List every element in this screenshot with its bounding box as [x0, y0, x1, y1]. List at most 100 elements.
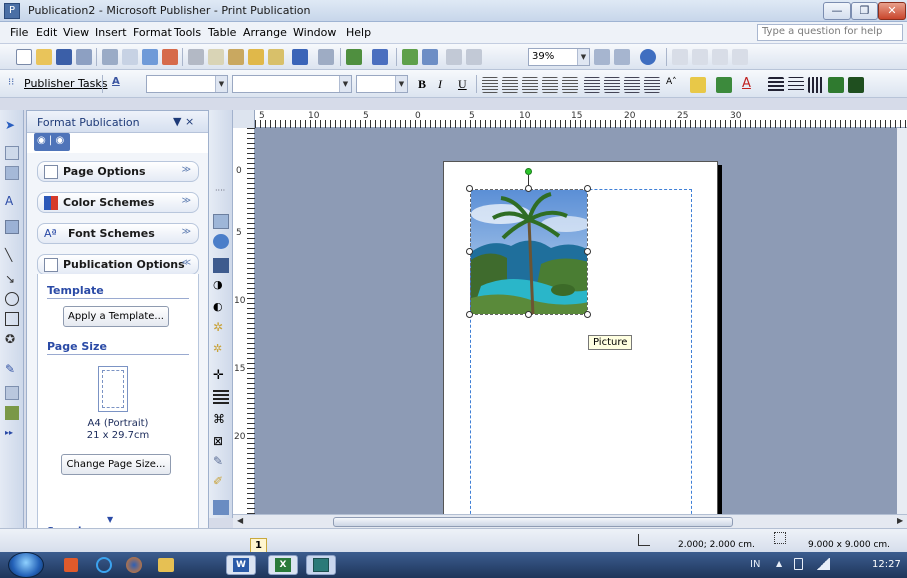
crop-icon[interactable]: ✛: [213, 368, 229, 383]
menu-insert[interactable]: Insert: [95, 26, 127, 39]
more-brightness-icon[interactable]: ◐: [213, 300, 229, 315]
style-combo[interactable]: ▼: [146, 75, 228, 93]
task-pane-menu-close[interactable]: ▼ ×: [173, 115, 194, 128]
menu-file[interactable]: File: [10, 26, 28, 39]
font-size-increase-icon[interactable]: A˄: [666, 77, 682, 93]
undo-icon[interactable]: [292, 49, 308, 65]
unlink-icon[interactable]: [692, 49, 708, 65]
resize-handle-n[interactable]: [525, 185, 532, 192]
align-left-icon[interactable]: [482, 77, 498, 93]
minimize-button[interactable]: —: [823, 2, 851, 20]
task-pane-nav-buttons[interactable]: ◉ | ◉: [34, 133, 70, 151]
rotation-handle[interactable]: [525, 168, 532, 175]
firefox-icon[interactable]: [126, 557, 142, 573]
resize-handle-w[interactable]: [466, 248, 473, 255]
oval-tool-icon[interactable]: [5, 292, 19, 306]
resize-handle-nw[interactable]: [466, 185, 473, 192]
arrow-tool-icon[interactable]: ↘: [5, 272, 19, 286]
increase-indent-icon[interactable]: [644, 77, 660, 93]
battery-icon[interactable]: [794, 558, 803, 570]
text-box-icon[interactable]: [5, 146, 19, 160]
scroll-down-icon[interactable]: ▼: [107, 515, 113, 524]
cut-icon[interactable]: [188, 49, 204, 65]
underline-button[interactable]: U: [458, 77, 467, 92]
menu-format[interactable]: Format: [133, 26, 172, 39]
menu-window[interactable]: Window: [293, 26, 336, 39]
align-center-icon[interactable]: [502, 77, 518, 93]
open-icon[interactable]: [36, 49, 52, 65]
form-control-icon[interactable]: [5, 386, 19, 400]
numbering-icon[interactable]: [584, 77, 600, 93]
explorer-icon[interactable]: [158, 558, 174, 572]
insert-hyperlink-icon[interactable]: [402, 49, 418, 65]
section-page-options[interactable]: Page Options ≫: [37, 161, 199, 182]
font-size-combo[interactable]: ▼: [356, 75, 408, 93]
zoom-in-icon[interactable]: [614, 49, 630, 65]
help-icon[interactable]: [640, 49, 656, 65]
web-preview-icon[interactable]: [422, 49, 438, 65]
publication-canvas[interactable]: Picture: [255, 128, 907, 514]
format-picture-icon[interactable]: ✎: [213, 454, 229, 469]
excel-task-button[interactable]: X: [268, 555, 298, 575]
bullets-icon[interactable]: [604, 77, 620, 93]
bold-button[interactable]: B: [418, 77, 426, 92]
insert-picture-icon[interactable]: [213, 214, 229, 229]
resize-handle-sw[interactable]: [466, 311, 473, 318]
frame-next-icon[interactable]: [732, 49, 748, 65]
change-page-size-button[interactable]: Change Page Size...: [61, 454, 171, 475]
line-spacing-icon[interactable]: [562, 77, 578, 93]
publisher-tasks-button[interactable]: Publisher Tasks: [24, 77, 107, 90]
line-style-icon[interactable]: [768, 77, 784, 93]
autoshapes-icon[interactable]: ✪: [5, 332, 19, 346]
toolbar-options-icon[interactable]: ▸▸: [5, 428, 19, 442]
section-font-schemes[interactable]: Aª Font Schemes ≫: [37, 223, 199, 244]
section-color-schemes[interactable]: Color Schemes ≫: [37, 192, 199, 213]
word-task-button[interactable]: W: [226, 555, 256, 575]
insert-table-icon[interactable]: [5, 166, 19, 180]
hot-spot-icon[interactable]: ✎: [5, 362, 19, 376]
line-tool-icon[interactable]: ╲: [5, 248, 19, 262]
scroll-right-icon[interactable]: ▶: [897, 516, 903, 525]
dash-style-icon[interactable]: [788, 77, 804, 93]
apply-template-button[interactable]: Apply a Template...: [63, 306, 169, 327]
start-button[interactable]: [8, 552, 44, 578]
scroll-left-icon[interactable]: ◀: [237, 516, 243, 525]
justify-icon[interactable]: [542, 77, 558, 93]
vertical-ruler[interactable]: 0 5 10 15 20: [233, 128, 255, 514]
zoom-out-icon[interactable]: [594, 49, 610, 65]
show-hidden-icons[interactable]: ▲: [776, 559, 782, 568]
brush-icon[interactable]: [268, 49, 284, 65]
horizontal-ruler[interactable]: 5 10 5 0 5 10 15 20 25 30: [233, 110, 907, 128]
rectangle-tool-icon[interactable]: [5, 312, 19, 326]
select-pointer-icon[interactable]: ➤: [5, 118, 19, 132]
menu-view[interactable]: View: [63, 26, 89, 39]
ie-icon[interactable]: [96, 557, 112, 573]
less-brightness-icon[interactable]: ✲: [213, 320, 229, 335]
new-icon[interactable]: [16, 49, 32, 65]
ruler-corner[interactable]: [233, 110, 255, 128]
frame-icon[interactable]: [712, 49, 728, 65]
pilcrow-icon[interactable]: [466, 49, 482, 65]
resize-handle-s[interactable]: [525, 311, 532, 318]
resize-handle-se[interactable]: [584, 311, 591, 318]
design-gallery-icon[interactable]: [5, 406, 19, 420]
menu-tools[interactable]: Tools: [174, 26, 201, 39]
fill-color-icon[interactable]: [690, 77, 706, 93]
wordart-icon[interactable]: A: [5, 194, 19, 208]
research-icon[interactable]: [162, 49, 178, 65]
print-preview-icon[interactable]: [102, 49, 118, 65]
page-sorter-button[interactable]: 1: [250, 538, 267, 553]
reset-picture-icon[interactable]: [213, 500, 229, 515]
line-style-icon[interactable]: [213, 390, 229, 405]
decrease-indent-icon[interactable]: [624, 77, 640, 93]
publication-page[interactable]: [443, 161, 718, 514]
office-icon[interactable]: [64, 558, 78, 572]
spelling-icon[interactable]: [142, 49, 158, 65]
set-transparent-color-icon[interactable]: ✐: [213, 474, 229, 489]
clock[interactable]: 12:27: [872, 559, 901, 570]
vertical-scrollbar[interactable]: [897, 128, 907, 514]
text-wrapping-icon[interactable]: ⊠: [213, 434, 229, 449]
arrow-style-icon[interactable]: [808, 77, 824, 93]
link-icon[interactable]: [672, 49, 688, 65]
close-button[interactable]: ✕: [878, 2, 906, 20]
